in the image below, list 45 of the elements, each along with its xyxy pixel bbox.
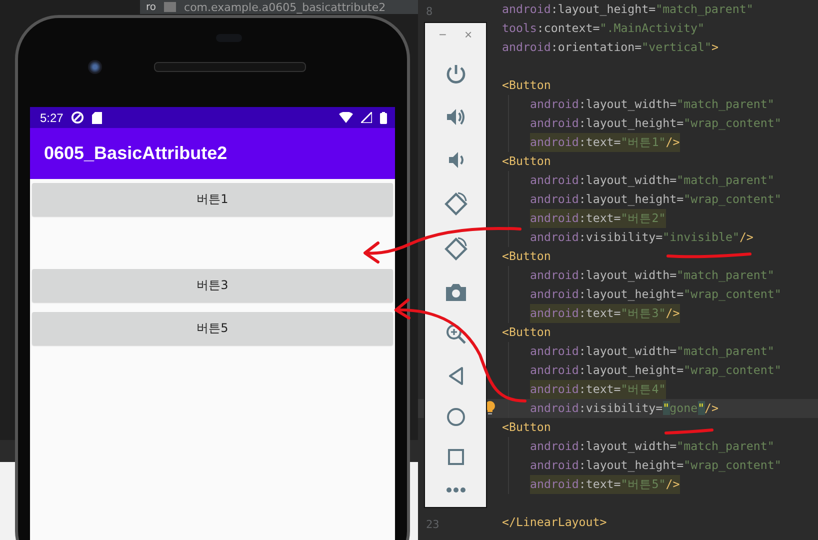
run-config-label[interactable]: com.example.a0605_basicattribute2 [184,0,386,14]
code-line: android:layout_height="wrap_content" [530,457,782,474]
line-number: 23 [426,518,440,531]
zoom-icon[interactable] [444,323,466,345]
code-line: android:layout_height="wrap_content" [530,191,782,208]
code-line: android:layout_width="match_parent" [530,438,774,455]
wifi-icon [339,112,353,123]
camera-lens-icon [88,60,102,74]
code-line: android:layout_width="match_parent" [530,267,774,284]
annotation-underline [664,428,714,434]
code-line: android:visibility="gone"/> [530,400,719,417]
power-icon[interactable] [444,63,466,85]
code-line: android:layout_height="wrap_content" [530,362,782,379]
code-line: android:layout_height="wrap_content" [530,286,782,303]
back-icon[interactable] [446,366,464,386]
app-title: 0605_BasicAttribute2 [44,143,228,164]
sd-card-icon [92,112,102,124]
code-line: <Button [502,248,551,265]
overview-icon[interactable] [446,448,464,466]
code-line: android:layout_height="wrap_content" [530,115,782,132]
rotate-left-icon[interactable] [444,192,468,216]
code-line: android:orientation="vertical"> [502,39,718,56]
camera-icon[interactable] [444,282,466,302]
app-button[interactable]: 버튼5 [32,312,393,345]
code-line: android:layout_width="match_parent" [530,172,774,189]
more-icon[interactable] [446,487,466,493]
line-number: 8 [426,5,433,18]
tool-window-label[interactable]: ro [146,2,156,12]
signal-icon [361,112,372,123]
rotate-right-icon[interactable] [444,237,468,261]
status-time: 5:27 [40,110,64,124]
code-line: <Button [502,324,551,341]
app-button[interactable]: 버튼1 [32,183,393,216]
code-line: </LinearLayout> [502,514,607,531]
code-line: android:layout_width="match_parent" [530,343,774,360]
code-line: tools:context=".MainActivity" [502,20,704,37]
code-line: <Button [502,77,551,94]
code-line: android:layout_height="match_parent" [502,1,754,18]
code-line: <Button [502,153,551,170]
home-icon[interactable] [446,407,466,427]
app-button[interactable]: 버튼3 [32,269,393,302]
battery-icon [380,112,387,124]
code-line: android:layout_width="match_parent" [530,96,774,113]
code-line: <Button [502,419,551,436]
code-line: android:visibility="invisible"/> [530,229,754,246]
